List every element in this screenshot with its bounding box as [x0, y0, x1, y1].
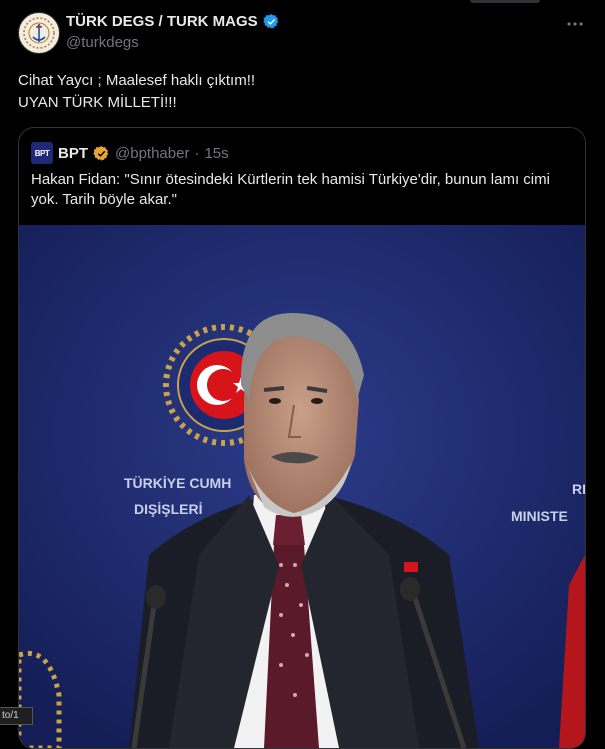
- svg-text:DIŞİŞLERİ: DIŞİŞLERİ: [134, 501, 202, 517]
- round-emblem-icon: [21, 15, 57, 51]
- quoted-tweet-text: Hakan Fidan: "Sınır ötesindeki Kürtlerin…: [31, 171, 550, 208]
- quoted-author-handle[interactable]: @bpthaber: [115, 145, 189, 162]
- author-avatar[interactable]: [18, 12, 60, 54]
- gold-verified-badge-icon: [93, 145, 109, 161]
- quoted-tweet-time[interactable]: 15s: [204, 145, 228, 162]
- quoted-tweet-photo[interactable]: TÜRKİYE CUMH DIŞİŞLERİ RE MINISTE: [19, 225, 585, 748]
- quoted-tweet[interactable]: BPT BPT @bpthaber · 15s Hakan Fidan: "Sı…: [18, 127, 586, 749]
- author-handle[interactable]: @turkdegs: [66, 34, 139, 51]
- status-chip: to/1: [0, 707, 33, 725]
- quoted-tweet-header: BPT BPT @bpthaber · 15s: [31, 142, 229, 164]
- quoted-author-avatar[interactable]: BPT: [31, 142, 53, 164]
- quoted-author-name[interactable]: BPT: [58, 145, 88, 162]
- tweet-post[interactable]: TÜRK DEGS / TURK MAGS @turkdegs Cihat Ya…: [0, 0, 605, 749]
- svg-text:TÜRKİYE CUMH: TÜRKİYE CUMH: [124, 475, 231, 491]
- tweet-text-line-2: UYAN TÜRK MİLLETİ!!!: [18, 94, 177, 111]
- author-name-row[interactable]: TÜRK DEGS / TURK MAGS: [66, 13, 280, 30]
- tweet-text-line-1: Cihat Yaycı ; Maalesef haklı çıktım!!: [18, 72, 256, 89]
- author-name[interactable]: TÜRK DEGS / TURK MAGS: [66, 13, 258, 30]
- svg-text:RE: RE: [572, 481, 585, 497]
- photo-illustration: TÜRKİYE CUMH DIŞİŞLERİ RE MINISTE: [19, 225, 585, 748]
- more-options-icon[interactable]: [564, 14, 586, 34]
- tweet-text: Cihat Yaycı ; Maalesef haklı çıktım!! UY…: [18, 70, 578, 114]
- separator-dot: ·: [194, 144, 200, 162]
- verified-badge-icon: [263, 14, 278, 29]
- svg-text:MINISTE: MINISTE: [511, 508, 568, 524]
